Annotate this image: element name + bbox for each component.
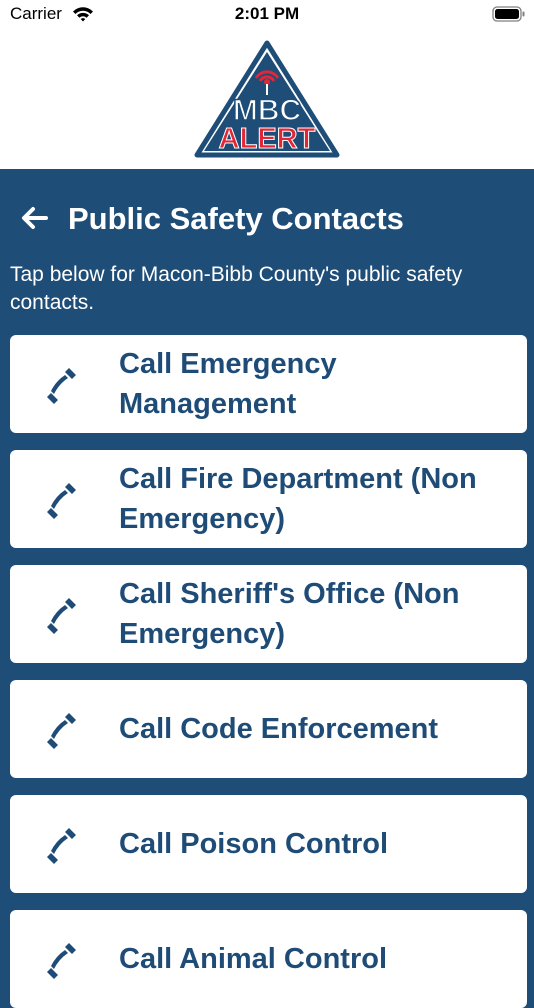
contact-label: Call Fire Department (Non Emergency) xyxy=(119,463,477,535)
app-header-area: Carrier 2:01 PM MBC ALERT xyxy=(0,0,534,169)
logo-text-alert: ALERT xyxy=(219,123,316,155)
phone-icon xyxy=(47,713,76,749)
contact-label: Call Emergency Management xyxy=(119,348,337,420)
phone-icon xyxy=(47,943,76,979)
phone-icon xyxy=(47,828,76,864)
page-header: Public Safety Contacts xyxy=(0,197,534,241)
phone-icon xyxy=(47,598,76,634)
status-time: 2:01 PM xyxy=(234,4,300,23)
contact-fire-department-button[interactable]: Call Fire Department (Non Emergency) xyxy=(10,450,527,548)
contact-poison-control-button[interactable]: Call Poison Control xyxy=(10,795,527,893)
phone-icon xyxy=(47,368,76,404)
contact-label: Call Animal Control xyxy=(119,943,387,975)
phone-icon xyxy=(47,483,76,519)
contact-label: Call Code Enforcement xyxy=(119,713,439,745)
contact-label: Call Poison Control xyxy=(119,828,389,860)
contact-animal-control-button[interactable]: Call Animal Control xyxy=(10,910,527,1008)
contact-sheriffs-office-button[interactable]: Call Sheriff's Office (Non Emergency) xyxy=(10,565,527,663)
contact-label: Call Sheriff's Office (Non Emergency) xyxy=(119,578,460,650)
page-title: Public Safety Contacts xyxy=(68,201,404,236)
contact-emergency-management-button[interactable]: Call Emergency Management xyxy=(10,335,527,433)
intro-text: Tap below for Macon-Bibb County's public… xyxy=(10,263,463,314)
arrow-left-icon[interactable] xyxy=(20,206,48,230)
mbc-alert-logo: MBC ALERT xyxy=(194,40,340,158)
main-content: Public Safety Contacts Tap below for Mac… xyxy=(0,169,534,1008)
status-bar: Carrier 2:01 PM xyxy=(0,0,534,30)
battery-icon xyxy=(492,6,525,22)
contact-code-enforcement-button[interactable]: Call Code Enforcement xyxy=(10,680,527,778)
